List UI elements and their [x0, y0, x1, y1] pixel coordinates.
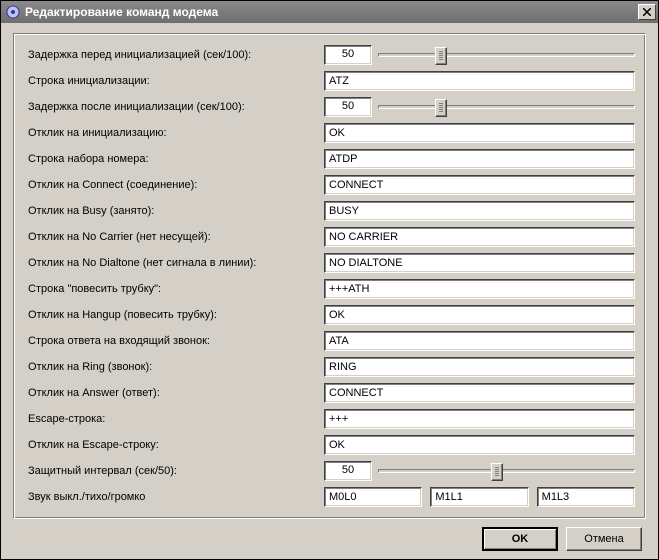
triple-input	[324, 487, 635, 507]
close-button[interactable]	[638, 4, 656, 20]
form-row: Отклик на Hangup (повесить трубку):	[28, 302, 635, 328]
field-label: Отклик на Ring (звонок):	[28, 361, 320, 373]
form-row: Задержка после инициализации (сек/100): 5…	[28, 94, 635, 120]
field-value: 50	[324, 461, 635, 481]
text-input[interactable]	[324, 175, 635, 195]
field-value	[324, 409, 635, 429]
text-input[interactable]	[324, 487, 422, 507]
dialog-buttons: OK Отмена	[13, 519, 646, 553]
field-value	[324, 331, 635, 351]
form-row: Отклик на No Carrier (нет несущей):	[28, 224, 635, 250]
text-input[interactable]	[324, 201, 635, 221]
text-input[interactable]	[324, 409, 635, 429]
form-row: Отклик на Connect (соединение):	[28, 172, 635, 198]
slider-track	[378, 105, 635, 109]
form-row: Отклик на инициализацию:	[28, 120, 635, 146]
form-panel: Задержка перед инициализацией (сек/100):…	[13, 33, 646, 519]
field-label: Отклик на No Carrier (нет несущей):	[28, 231, 320, 243]
field-value	[324, 149, 635, 169]
field-value	[324, 279, 635, 299]
field-label: Строка ответа на входящий звонок:	[28, 335, 320, 347]
form-row: Отклик на Ring (звонок):	[28, 354, 635, 380]
text-input[interactable]	[324, 279, 635, 299]
field-label: Отклик на Answer (ответ):	[28, 387, 320, 399]
field-label: Задержка после инициализации (сек/100):	[28, 101, 320, 113]
field-value	[324, 435, 635, 455]
form-row: Отклик на Busy (занято):	[28, 198, 635, 224]
text-input[interactable]	[324, 435, 635, 455]
app-icon	[5, 4, 21, 20]
slider-thumb[interactable]	[435, 47, 447, 65]
content-area: Задержка перед инициализацией (сек/100):…	[1, 23, 658, 559]
text-input[interactable]	[324, 305, 635, 325]
cancel-button[interactable]: Отмена	[566, 527, 642, 551]
slider-thumb[interactable]	[435, 99, 447, 117]
form-row: Отклик на No Dialtone (нет сигнала в лин…	[28, 250, 635, 276]
slider[interactable]	[378, 97, 635, 117]
field-label: Строка инициализации:	[28, 75, 320, 87]
field-label: Отклик на инициализацию:	[28, 127, 320, 139]
field-label: Задержка перед инициализацией (сек/100):	[28, 49, 320, 61]
form-row: Защитный интервал (сек/50): 50	[28, 458, 635, 484]
form-row: Строка ответа на входящий звонок:	[28, 328, 635, 354]
text-input[interactable]	[324, 123, 635, 143]
form-row: Отклик на Answer (ответ):	[28, 380, 635, 406]
field-value	[324, 201, 635, 221]
text-input[interactable]	[324, 383, 635, 403]
text-input[interactable]	[324, 357, 635, 377]
text-input[interactable]	[324, 227, 635, 247]
field-label: Escape-строка:	[28, 413, 320, 425]
slider[interactable]	[378, 45, 635, 65]
field-label: Звук выкл./тихо/громко	[28, 491, 320, 503]
field-value	[324, 305, 635, 325]
slider-value: 50	[324, 97, 372, 117]
text-input[interactable]	[537, 487, 635, 507]
field-value	[324, 123, 635, 143]
slider-track	[378, 53, 635, 57]
window-title: Редактирование команд модема	[25, 5, 638, 19]
text-input[interactable]	[324, 253, 635, 273]
field-value: 50	[324, 97, 635, 117]
field-value	[324, 71, 635, 91]
form-row: Отклик на Escape-строку:	[28, 432, 635, 458]
slider-thumb[interactable]	[491, 463, 503, 481]
field-value: 50	[324, 45, 635, 65]
field-value	[324, 357, 635, 377]
field-value	[324, 383, 635, 403]
field-label: Строка "повесить трубку":	[28, 283, 320, 295]
slider-value: 50	[324, 461, 372, 481]
field-label: Отклик на Hangup (повесить трубку):	[28, 309, 320, 321]
titlebar: Редактирование команд модема	[1, 1, 658, 23]
field-label: Отклик на No Dialtone (нет сигнала в лин…	[28, 257, 320, 269]
dialog-window: Редактирование команд модема Задержка пе…	[0, 0, 659, 560]
form-row: Строка инициализации:	[28, 68, 635, 94]
ok-button[interactable]: OK	[482, 527, 558, 551]
text-input[interactable]	[324, 149, 635, 169]
field-value	[324, 227, 635, 247]
text-input[interactable]	[324, 331, 635, 351]
field-label: Строка набора номера:	[28, 153, 320, 165]
form-row: Строка "повесить трубку":	[28, 276, 635, 302]
text-input[interactable]	[324, 71, 635, 91]
field-value	[324, 487, 635, 507]
form-row: Задержка перед инициализацией (сек/100):…	[28, 42, 635, 68]
field-value	[324, 175, 635, 195]
form-row: Escape-строка:	[28, 406, 635, 432]
field-label: Отклик на Connect (соединение):	[28, 179, 320, 191]
field-label: Отклик на Escape-строку:	[28, 439, 320, 451]
form-row: Звук выкл./тихо/громко	[28, 484, 635, 510]
slider[interactable]	[378, 461, 635, 481]
field-value	[324, 253, 635, 273]
form-row: Строка набора номера:	[28, 146, 635, 172]
slider-value: 50	[324, 45, 372, 65]
field-label: Защитный интервал (сек/50):	[28, 465, 320, 477]
field-label: Отклик на Busy (занято):	[28, 205, 320, 217]
slider-track	[378, 469, 635, 473]
text-input[interactable]	[430, 487, 528, 507]
